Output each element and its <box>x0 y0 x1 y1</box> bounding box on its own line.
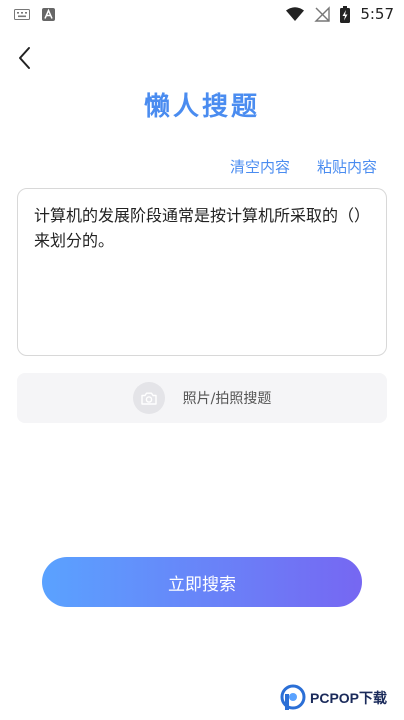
keyboard-icon <box>14 9 30 20</box>
pcpop-logo-icon <box>280 684 306 710</box>
photo-search-label: 照片/拍照搜题 <box>182 391 272 407</box>
watermark-text: PCPOP下载 <box>310 690 388 706</box>
camera-icon-wrapper <box>132 382 165 414</box>
search-now-button[interactable]: 立即搜索 <box>42 557 362 607</box>
clear-content-button[interactable]: 清空内容 <box>230 156 290 177</box>
photo-search-button[interactable]: 照片/拍照搜题 <box>17 373 387 423</box>
wifi-icon <box>286 7 305 21</box>
status-time: 5:57 <box>360 5 394 23</box>
android-a-icon <box>42 8 55 21</box>
paste-content-button[interactable]: 粘贴内容 <box>317 156 377 177</box>
watermark: PCPOP下载 <box>280 684 387 712</box>
page-title: 懒人搜题 <box>143 92 260 122</box>
status-bar: 5:57 <box>0 0 404 30</box>
chevron-left-icon <box>19 47 30 69</box>
battery-charging-icon <box>340 5 351 23</box>
question-input[interactable]: 计算机的发展阶段通常是按计算机所采取的（）来划分的。 <box>17 188 387 356</box>
no-signal-icon <box>314 6 331 22</box>
back-button[interactable] <box>12 44 40 72</box>
camera-icon <box>140 392 157 405</box>
